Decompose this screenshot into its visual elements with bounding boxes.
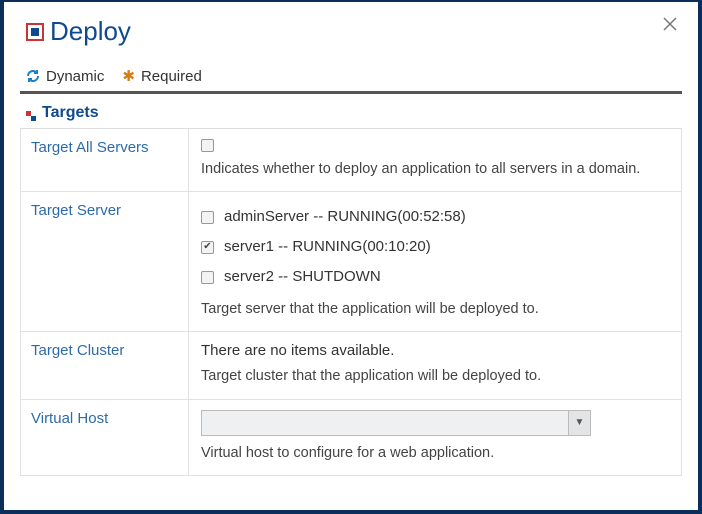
virtual-host-select[interactable]: ▼	[201, 410, 591, 436]
dialog-header: Deploy	[20, 2, 682, 51]
server-option: server1 -- RUNNING(00:10:20)	[201, 232, 669, 262]
row-target-server: Target Server adminServer -- RUNNING(00:…	[20, 192, 682, 332]
help-target-server: Target server that the application will …	[201, 298, 669, 321]
checkbox-server-server1[interactable]	[201, 241, 214, 254]
deploy-icon	[26, 23, 44, 41]
server-label: adminServer -- RUNNING(00:52:58)	[224, 202, 466, 232]
section-heading: Targets	[20, 94, 682, 128]
properties-table: Target All Servers Indicates whether to …	[20, 128, 682, 476]
label-target-cluster: Target Cluster	[21, 332, 189, 398]
close-icon[interactable]	[660, 14, 680, 34]
section-title: Targets	[42, 104, 99, 122]
cluster-empty-message: There are no items available.	[201, 342, 669, 359]
chevron-down-icon: ▼	[568, 411, 590, 435]
help-target-cluster: Target cluster that the application will…	[201, 365, 669, 388]
label-virtual-host: Virtual Host	[21, 400, 189, 475]
legend-required-label: Required	[141, 68, 202, 85]
server-label: server2 -- SHUTDOWN	[224, 262, 381, 292]
label-target-all-servers: Target All Servers	[21, 129, 189, 191]
server-option: adminServer -- RUNNING(00:52:58)	[201, 202, 669, 232]
legend-row: Dynamic ✱ Required	[20, 51, 682, 94]
checkbox-server-server2[interactable]	[201, 271, 214, 284]
required-icon: ✱	[122, 67, 135, 85]
checkbox-target-all-servers[interactable]	[201, 139, 214, 152]
legend-dynamic-label: Dynamic	[46, 68, 104, 85]
row-target-all-servers: Target All Servers Indicates whether to …	[20, 129, 682, 192]
row-target-cluster: Target Cluster There are no items availa…	[20, 332, 682, 399]
help-target-all-servers: Indicates whether to deploy an applicati…	[201, 158, 669, 181]
deploy-dialog: Deploy Dynamic ✱ Required Targets Target…	[0, 0, 702, 514]
label-target-server: Target Server	[21, 192, 189, 331]
checkbox-server-adminServer[interactable]	[201, 211, 214, 224]
dynamic-icon	[26, 69, 40, 83]
help-virtual-host: Virtual host to configure for a web appl…	[201, 442, 669, 465]
row-virtual-host: Virtual Host ▼ Virtual host to configure…	[20, 400, 682, 476]
section-icon	[26, 108, 36, 118]
dialog-title: Deploy	[50, 16, 131, 47]
server-option: server2 -- SHUTDOWN	[201, 262, 669, 292]
server-label: server1 -- RUNNING(00:10:20)	[224, 232, 431, 262]
